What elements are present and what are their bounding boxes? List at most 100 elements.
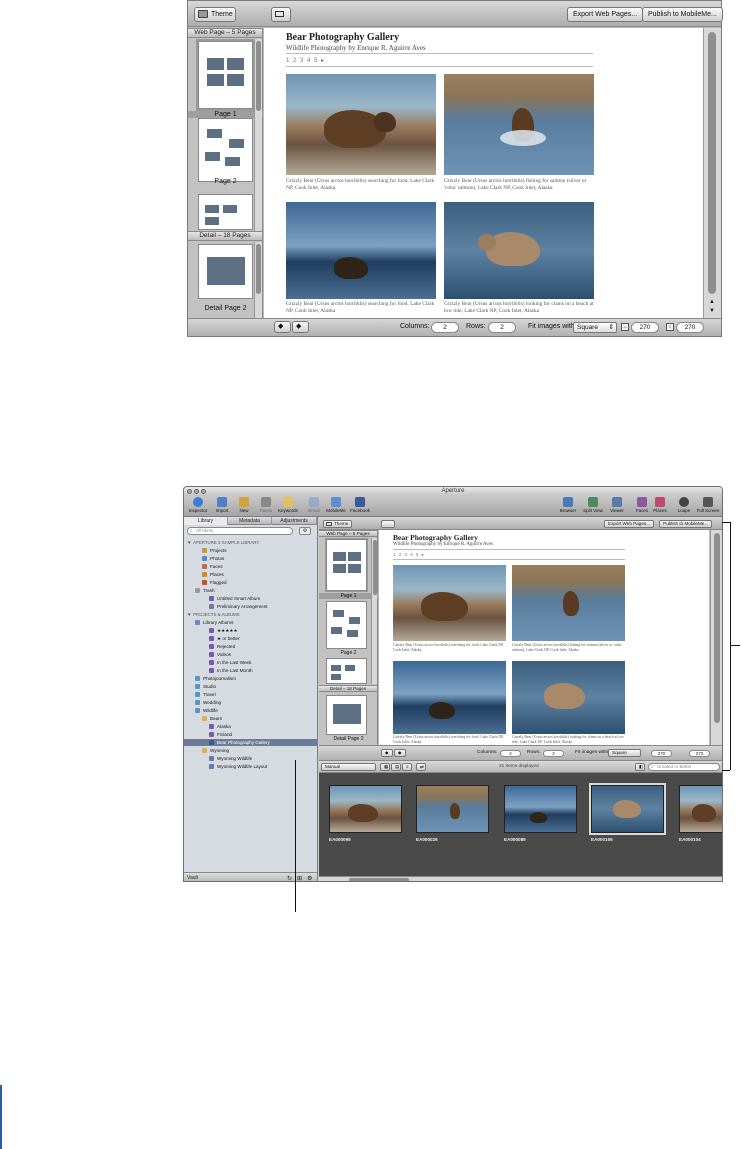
library-item[interactable]: Bears [184,715,317,722]
height-stepper[interactable]: 270 [676,322,704,333]
gallery-photo-3[interactable] [286,202,436,299]
publish-mobileme-button[interactable]: Publish to MobileMe... [642,7,723,22]
places-view-button[interactable]: Places [648,497,672,513]
library-item[interactable]: Preliminary Arrangement [184,603,317,610]
vault-action-icon[interactable]: ⚙ [307,874,312,881]
minimize-window-icon[interactable] [194,489,199,494]
rows-stepper-small[interactable]: 2 [543,750,564,757]
library-item[interactable]: Projects [184,547,317,554]
library-item[interactable]: ▼ PROJECTS & ALBUMS [184,611,317,618]
swap-pane-button[interactable]: ⇄ [416,763,426,771]
zoom-window-icon[interactable] [201,489,206,494]
library-item[interactable]: Videos [184,651,317,658]
page-navigation-small[interactable]: 1 2 3 4 5 ▸ [393,552,425,558]
library-item[interactable]: ▼ APERTURE 3 SAMPLE LIBRARY [184,539,317,546]
export-web-pages-button-small[interactable]: Export Web Pages... [604,520,655,528]
library-item[interactable]: In the Last Week [184,659,317,666]
preview-scrollbar-small[interactable] [710,530,722,745]
gallery-photo-4[interactable] [444,202,594,299]
page-thumbnail-2[interactable] [198,118,253,182]
library-item[interactable]: Untitled Smart Album [184,595,317,602]
library-item[interactable]: Travel [184,691,317,698]
gallery-photo-1[interactable] [286,74,436,175]
facebook-button[interactable]: Facebook [348,497,372,513]
full-screen-button[interactable]: Full Screen [696,497,720,513]
page-navigation[interactable]: 1 2 3 4 5 ▸ [286,57,325,64]
gallery-photo-2-small[interactable] [512,565,625,641]
columns-stepper-small[interactable]: 2 [500,750,521,757]
vault-add-icon[interactable]: ⊞ [297,874,302,881]
library-item[interactable]: Photojournalism [184,675,317,682]
detail-page-thumbnail-2[interactable] [198,244,253,299]
library-item[interactable]: Rejected [184,643,317,650]
page-thumbnail-2-small[interactable] [326,601,367,649]
filmstrip-view-button[interactable]: ▤ [391,763,401,771]
library-item[interactable]: Faces [184,563,317,570]
rows-stepper[interactable]: 2 [488,322,516,333]
library-item[interactable]: Finland [184,731,317,738]
height-stepper-small[interactable]: 270 [689,750,710,757]
library-item[interactable]: Photos [184,555,317,562]
faces-tool-button[interactable]: Faces [254,497,278,513]
gallery-photo-4-small[interactable] [512,661,625,734]
library-item[interactable]: ★ or better [184,635,317,642]
fit-images-select-small[interactable]: Square [608,749,641,757]
library-item[interactable]: Wedding [184,699,317,706]
library-item[interactable]: Alaska [184,723,317,730]
detail-page-thumbnail-small[interactable] [326,695,367,735]
browser-thumbnail[interactable] [416,785,489,833]
library-item[interactable]: Places [184,571,317,578]
disclosure-triangle-icon[interactable]: ▼ [187,539,191,546]
gallery-photo-2[interactable] [444,74,594,175]
library-item[interactable]: In the Last Month [184,667,317,674]
tab-adjustments[interactable]: Adjustments [272,517,317,525]
page-thumbnail-3-small[interactable] [326,658,367,684]
scroll-down-arrow-icon[interactable]: ▼ [709,308,715,314]
tab-library[interactable]: Library [184,517,228,525]
vault-sync-icon[interactable]: ↻ [287,874,292,881]
browser-search-input[interactable]: ⌕ Unrated or Better [648,763,720,771]
publish-mobileme-button-small[interactable]: Publish to MobileMe... [659,520,713,528]
page-options-button-small[interactable] [381,520,395,528]
filter-button[interactable]: ◧ [635,763,645,771]
pages-scrollbar-small[interactable] [371,538,377,684]
export-web-pages-button[interactable]: Export Web Pages... [567,7,644,22]
close-window-icon[interactable] [187,489,192,494]
next-page-button-small[interactable]: ◆ [394,749,406,757]
columns-stepper[interactable]: 2 [431,322,459,333]
width-stepper-small[interactable]: 270 [651,750,672,757]
loupe-button[interactable]: Loupe [672,497,696,513]
library-item[interactable]: Library Albums [184,619,317,626]
browser-scrollbar[interactable] [319,876,722,881]
library-item[interactable]: Wyoming Wildlife [184,755,317,762]
page-options-button[interactable] [271,7,291,22]
email-button[interactable]: Email [302,497,326,513]
page-thumbnail-1-small[interactable] [326,539,367,591]
grid-view-button[interactable]: ▦ [380,763,390,771]
library-item[interactable]: Trash [184,587,317,594]
browser-thumbnail[interactable] [504,785,577,833]
preview-scrollbar[interactable]: ▲ ▼ [703,28,721,318]
theme-button[interactable]: Theme [194,7,236,22]
browser-view-button[interactable]: Browser [556,497,580,513]
gallery-photo-1-small[interactable] [393,565,506,641]
library-item[interactable]: Wyoming Wildlife Layout [184,763,317,770]
library-item[interactable]: ★★★★★ [184,627,317,634]
keywords-button[interactable]: Keywords [276,497,300,513]
previous-page-button[interactable]: ◆ [274,321,291,333]
new-button[interactable]: New [232,497,256,513]
gallery-photo-3-small[interactable] [393,661,506,734]
inspector-button[interactable]: Inspector [186,497,210,513]
pages-scrollbar[interactable] [254,39,262,231]
list-view-button[interactable]: ≡ [402,763,412,771]
disclosure-triangle-icon[interactable]: ▼ [187,611,191,618]
width-stepper[interactable]: 270 [631,322,659,333]
page-thumbnail-3[interactable] [198,194,253,230]
browser-thumbnail[interactable] [329,785,402,833]
tab-metadata[interactable]: Metadata [228,517,272,525]
previous-page-button-small[interactable]: ◆ [381,749,393,757]
viewer-button[interactable]: Viewer [605,497,629,513]
next-page-button[interactable]: ◆ [292,321,309,333]
import-button[interactable]: Import [210,497,234,513]
library-item[interactable]: Studio [184,683,317,690]
